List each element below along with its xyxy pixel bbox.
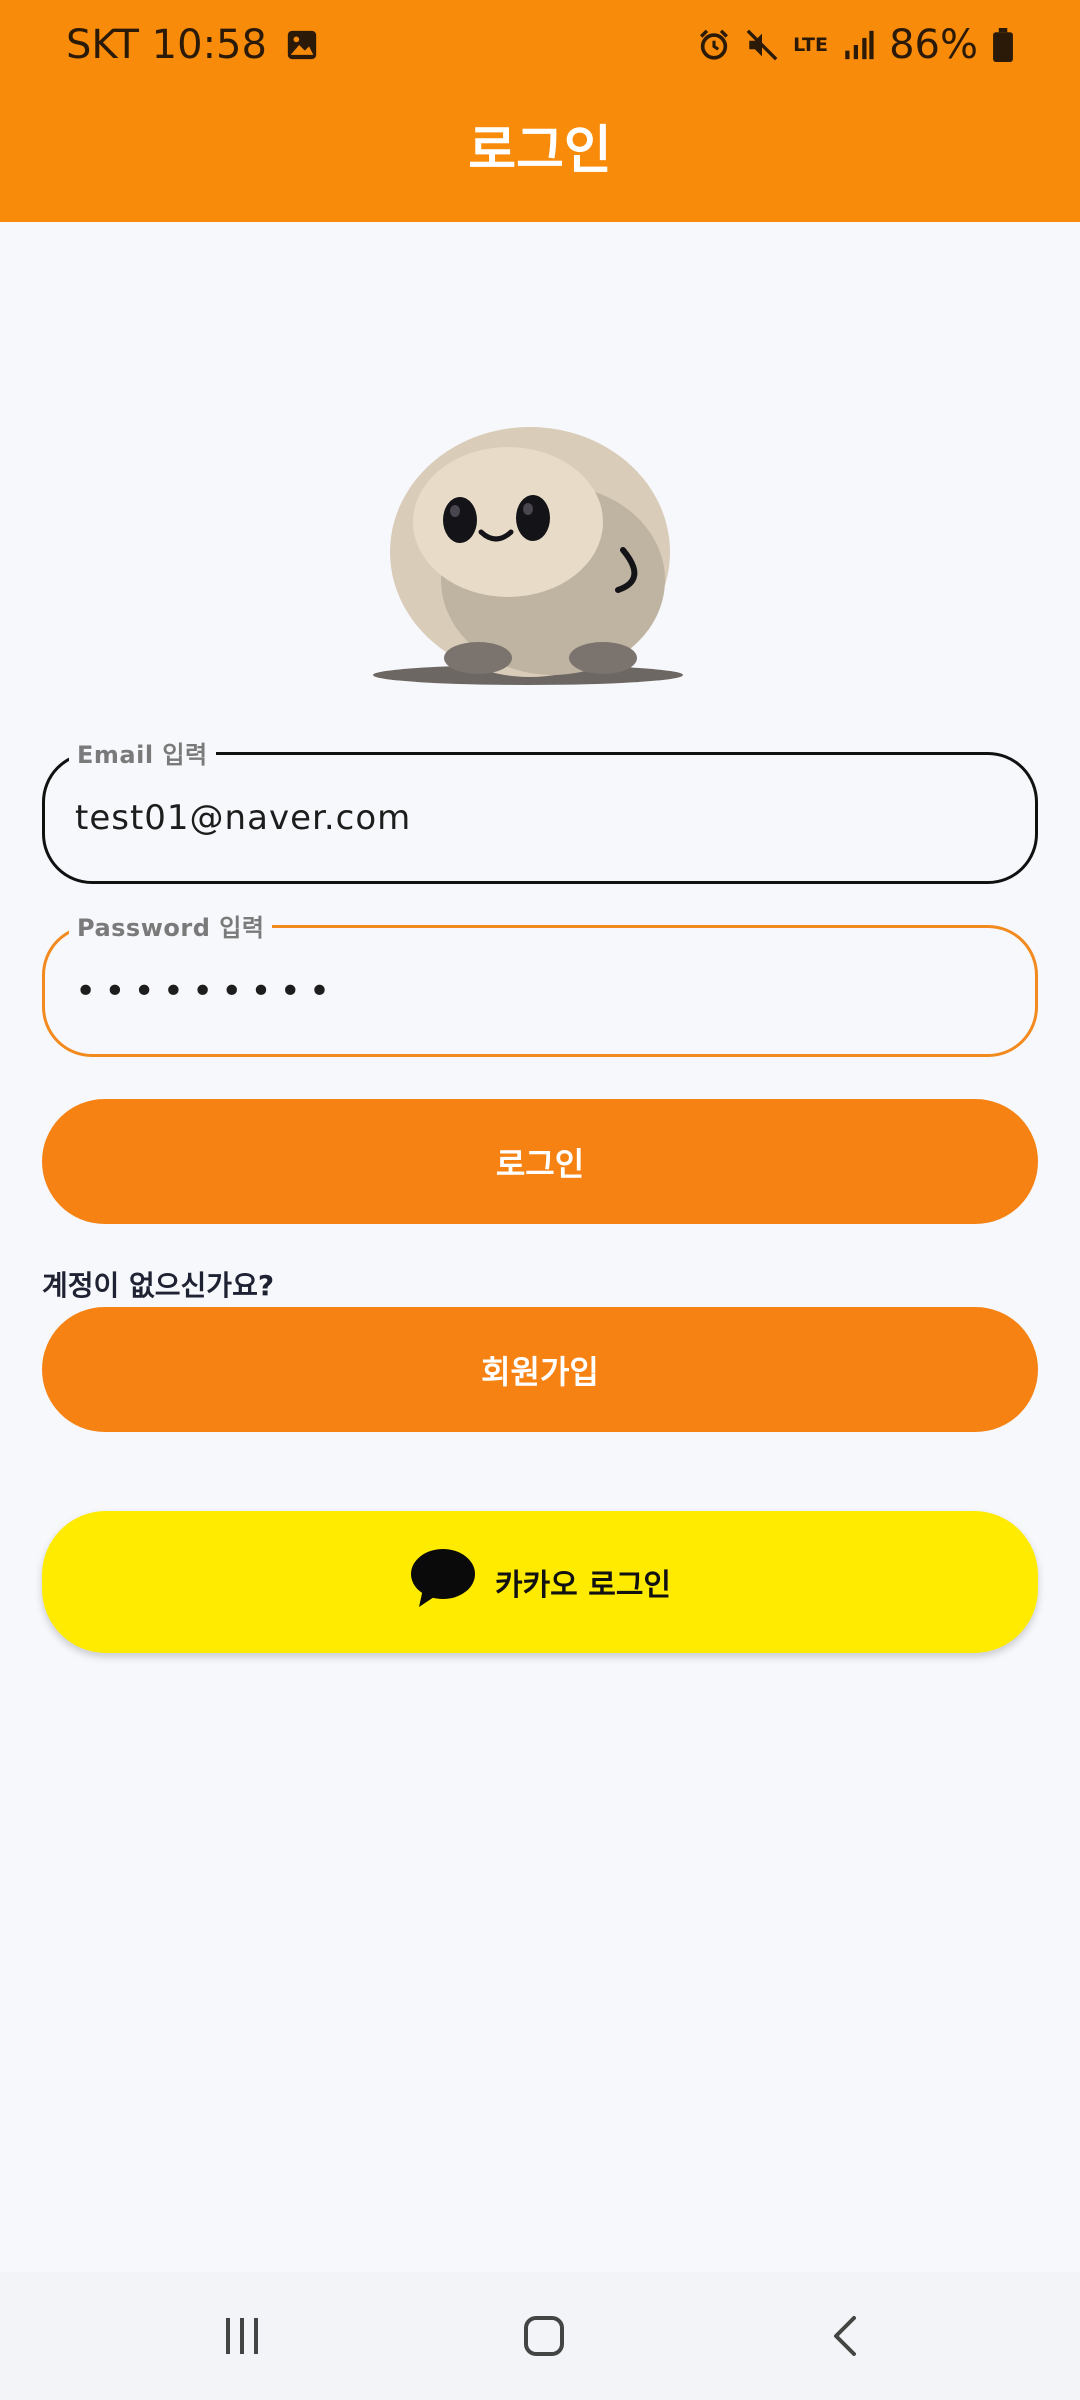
mascot-image: [373, 427, 683, 685]
kakao-chat-icon: [409, 1547, 477, 1617]
battery-icon: [992, 28, 1014, 62]
system-nav-bar: [0, 2272, 1080, 2400]
login-button[interactable]: 로그인: [42, 1099, 1038, 1224]
status-right: LTE 86%: [697, 20, 1014, 70]
password-input-value[interactable]: •••••••••: [75, 928, 338, 1054]
kakao-login-button[interactable]: 카카오 로그인: [42, 1511, 1038, 1653]
app-header: SKT 10:58 LTE 86% 로그인: [0, 0, 1080, 222]
lte-icon: LTE: [793, 34, 828, 56]
gallery-icon: [285, 28, 319, 62]
back-icon[interactable]: [806, 2306, 886, 2366]
email-input-value[interactable]: test01@naver.com: [75, 755, 411, 881]
recent-apps-icon[interactable]: [202, 2306, 282, 2366]
password-field[interactable]: Password 입력 •••••••••: [42, 908, 1038, 1057]
signup-prompt: 계정이 없으신가요?: [42, 1269, 275, 1302]
home-icon[interactable]: [504, 2306, 584, 2366]
mute-icon: [745, 28, 779, 62]
status-bar: SKT 10:58 LTE 86%: [0, 0, 1080, 90]
page-title: 로그인: [468, 121, 612, 181]
kakao-button-content: 카카오 로그인: [409, 1547, 671, 1617]
signup-button[interactable]: 회원가입: [42, 1307, 1038, 1432]
status-left: SKT 10:58: [66, 20, 319, 70]
email-field[interactable]: Email 입력 test01@naver.com: [42, 735, 1038, 884]
battery-level: 86%: [889, 22, 978, 68]
signal-icon: [841, 28, 875, 62]
login-screen: SKT 10:58 LTE 86% 로그인 Email 입력 test01@na…: [0, 0, 1080, 2400]
kakao-login-label: 카카오 로그인: [494, 1568, 672, 1603]
alarm-icon: [697, 28, 731, 62]
carrier-time: SKT 10:58: [66, 22, 267, 68]
